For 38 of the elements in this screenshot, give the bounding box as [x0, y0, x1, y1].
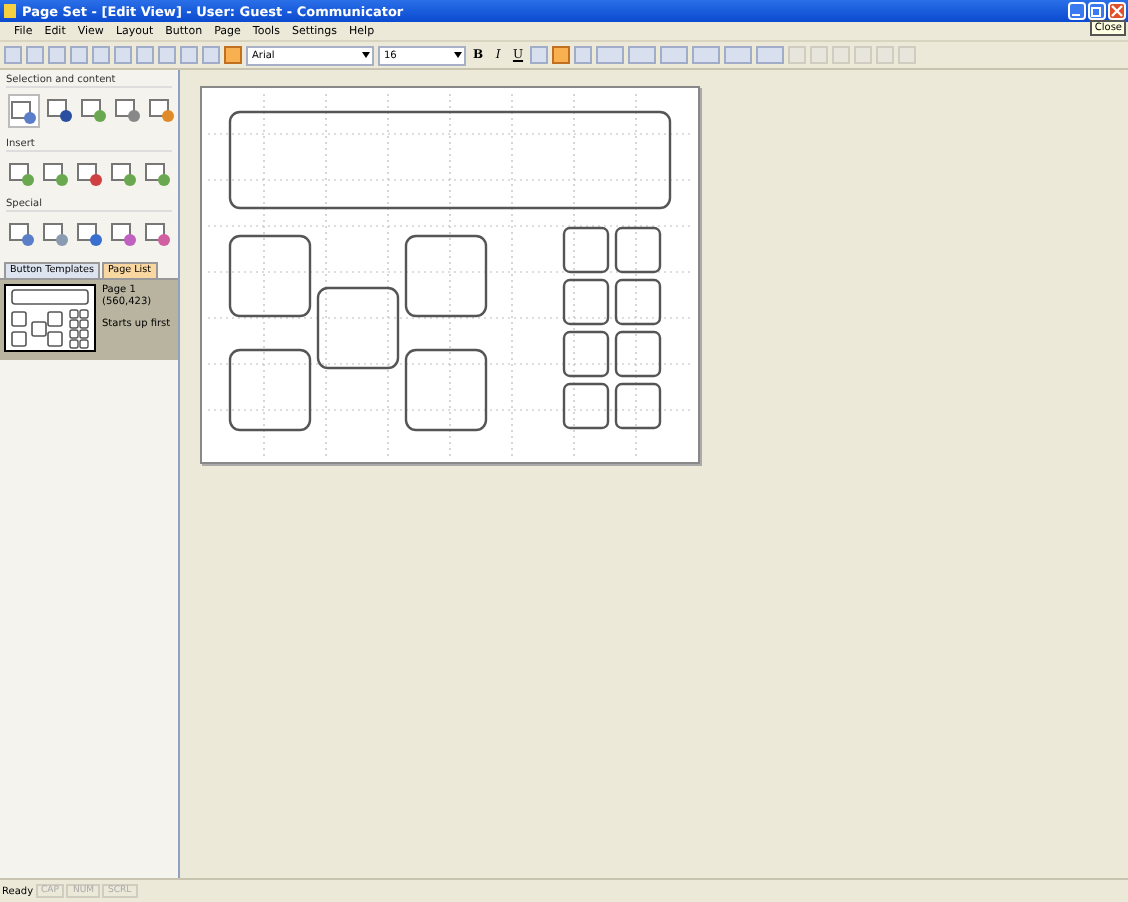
close-icon: [1110, 4, 1124, 18]
tool-icon[interactable]: [144, 218, 172, 248]
tool-icon[interactable]: [46, 94, 74, 124]
button-shape[interactable]: [614, 278, 662, 326]
tool-icon[interactable]: [8, 94, 40, 128]
button-shape[interactable]: [562, 382, 610, 430]
tool-icon[interactable]: [76, 158, 104, 188]
app-icon: [4, 4, 16, 18]
tool-icon[interactable]: [8, 158, 36, 188]
maximize-icon: [1090, 4, 1104, 18]
tool-icon[interactable]: [110, 218, 138, 248]
tool-icon[interactable]: [76, 218, 104, 248]
close-button[interactable]: [1108, 2, 1126, 20]
button-shape[interactable]: [562, 226, 610, 274]
dropdown-arrow-icon: [454, 52, 462, 58]
button-shape[interactable]: [614, 226, 662, 274]
button-shape[interactable]: [316, 286, 400, 370]
tool-icon[interactable]: [148, 94, 176, 124]
button-shape[interactable]: [614, 330, 662, 378]
button-shape[interactable]: [404, 348, 488, 432]
minimize-button[interactable]: [1068, 2, 1086, 20]
maximize-button[interactable]: [1088, 2, 1106, 20]
button-shape[interactable]: [404, 234, 488, 318]
button-shape[interactable]: [228, 348, 312, 432]
tool-icon[interactable]: [110, 158, 138, 188]
button-shape[interactable]: [562, 278, 610, 326]
tool-icon[interactable]: [144, 158, 172, 188]
dropdown-arrow-icon: [362, 52, 370, 58]
tool-icon[interactable]: [114, 94, 142, 124]
page-thumbnail: [4, 284, 96, 352]
tool-icon[interactable]: [42, 218, 70, 248]
button-shape[interactable]: [228, 110, 672, 210]
button-shape[interactable]: [562, 330, 610, 378]
tool-icon[interactable]: [80, 94, 108, 124]
button-shape[interactable]: [614, 382, 662, 430]
button-shape[interactable]: [228, 234, 312, 318]
tool-icon[interactable]: [8, 218, 36, 248]
tool-icon[interactable]: [42, 158, 70, 188]
